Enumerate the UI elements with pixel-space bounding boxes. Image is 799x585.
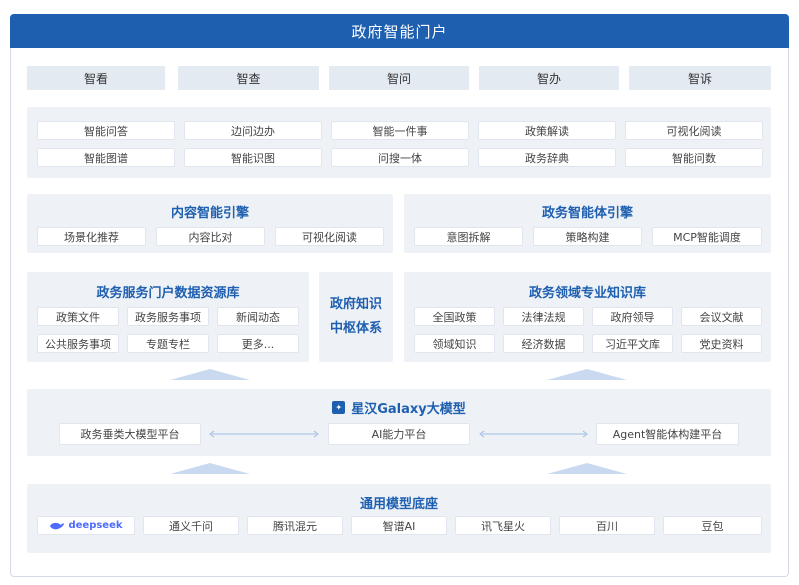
feature-chip[interactable]: 智能问数 (625, 148, 763, 167)
hub-title-line1: 政府知识 (329, 297, 382, 312)
up-arrow-shape (170, 463, 250, 474)
up-arrow-shape (170, 369, 250, 380)
base-model-item[interactable]: 豆包 (663, 516, 762, 535)
galaxy-logo-icon: ✦ (332, 400, 346, 414)
galaxy-title: ✦ 星汉Galaxy大模型 (27, 396, 771, 418)
base-model-item[interactable]: 讯飞星火 (455, 516, 551, 535)
deepseek-logo-text: deepseek (68, 520, 123, 531)
page-title: 政府智能门户 (10, 14, 789, 48)
portal-db-title: 政务服务门户数据资源库 (96, 285, 240, 301)
domain-kb-item[interactable]: 法律法规 (503, 307, 584, 326)
domain-kb-item[interactable]: 领域知识 (414, 334, 495, 353)
agent-engine-title: 政务智能体引擎 (541, 205, 633, 221)
content-engine-item[interactable]: 场景化推荐 (37, 227, 146, 246)
content-engine-title: 内容智能引擎 (170, 205, 249, 221)
up-arrow-shape (547, 463, 627, 474)
hub-title-line2: 中枢体系 (329, 321, 382, 336)
deepseek-logo[interactable]: deepseek (37, 516, 135, 535)
feature-chip[interactable]: 智能一件事 (331, 121, 469, 140)
feature-chip[interactable]: 可视化阅读 (625, 121, 763, 140)
domain-kb-title: 政务领域专业知识库 (528, 285, 646, 301)
domain-kb-item[interactable]: 会议文献 (681, 307, 762, 326)
tab-zhicha[interactable]: 智查 (178, 66, 319, 90)
feature-chip[interactable]: 政策解读 (478, 121, 616, 140)
base-title: 通用模型底座 (359, 496, 438, 512)
feature-chip[interactable]: 政务辞典 (478, 148, 616, 167)
portal-db-item[interactable]: 政策文件 (37, 307, 119, 326)
up-arrow-shape (547, 369, 627, 380)
whale-icon (50, 522, 65, 529)
feature-chip[interactable]: 问搜一体 (331, 148, 469, 167)
galaxy-title-text: 星汉Galaxy大模型 (351, 401, 466, 417)
base-model-item[interactable]: 腾讯混元 (247, 516, 343, 535)
domain-kb-item[interactable]: 政府领导 (592, 307, 673, 326)
content-engine-item[interactable]: 内容比对 (156, 227, 265, 246)
portal-db-item[interactable]: 更多... (217, 334, 299, 353)
agent-engine-item[interactable]: 意图拆解 (414, 227, 523, 246)
galaxy-item[interactable]: 政务垂类大模型平台 (59, 423, 201, 445)
feature-chip[interactable]: 智能识图 (184, 148, 322, 167)
portal-db-item[interactable]: 专题专栏 (127, 334, 209, 353)
bidirectional-arrow-icon (209, 430, 319, 438)
tab-zhisu[interactable]: 智诉 (629, 66, 771, 90)
tab-zhikan[interactable]: 智看 (27, 66, 165, 90)
base-model-item[interactable]: 通义千问 (143, 516, 239, 535)
features-panel (27, 107, 771, 178)
domain-kb-item[interactable]: 经济数据 (503, 334, 584, 353)
feature-chip[interactable]: 智能问答 (37, 121, 175, 140)
deepseek-logo-mark: deepseek (49, 520, 123, 531)
tab-zhiban[interactable]: 智办 (479, 66, 619, 90)
tab-zhiwen[interactable]: 智问 (329, 66, 469, 90)
content-engine-item[interactable]: 可视化阅读 (275, 227, 384, 246)
base-model-item[interactable]: 百川 (559, 516, 655, 535)
base-model-item[interactable]: 智谱AI (351, 516, 447, 535)
feature-chip[interactable]: 边问边办 (184, 121, 322, 140)
hub-title: 政府知识 中枢体系 (319, 272, 393, 362)
portal-db-item[interactable]: 新闻动态 (217, 307, 299, 326)
agent-engine-item[interactable]: 策略构建 (533, 227, 642, 246)
portal-db-item[interactable]: 公共服务事项 (37, 334, 119, 353)
portal-db-item[interactable]: 政务服务事项 (127, 307, 209, 326)
domain-kb-item[interactable]: 党史资料 (681, 334, 762, 353)
galaxy-item[interactable]: Agent智能体构建平台 (596, 423, 739, 445)
domain-kb-item[interactable]: 习近平文库 (592, 334, 673, 353)
galaxy-item[interactable]: AI能力平台 (328, 423, 470, 445)
domain-kb-item[interactable]: 全国政策 (414, 307, 495, 326)
bidirectional-arrow-icon (479, 430, 588, 438)
agent-engine-item[interactable]: MCP智能调度 (652, 227, 762, 246)
feature-chip[interactable]: 智能图谱 (37, 148, 175, 167)
